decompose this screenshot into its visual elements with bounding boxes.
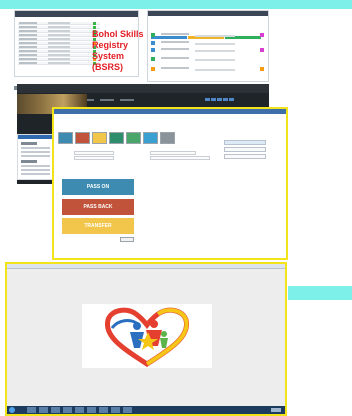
text-field[interactable]: [224, 147, 266, 152]
tab[interactable]: [126, 132, 141, 144]
taskbar: [7, 406, 285, 414]
detail-row: [151, 57, 267, 63]
headline-line: Bohol Skills: [92, 29, 144, 39]
nav-link[interactable]: [100, 99, 114, 101]
list-item[interactable]: [18, 22, 100, 25]
side-panel: [17, 134, 54, 180]
top-cyan-band: [0, 0, 352, 9]
toolbar-icon[interactable]: [229, 98, 234, 101]
form-row: [58, 156, 132, 161]
form-row: [130, 156, 220, 161]
taskbar-item[interactable]: [75, 407, 84, 413]
text-field[interactable]: [150, 156, 210, 160]
list-item[interactable]: [18, 54, 100, 57]
list-item[interactable]: [18, 26, 100, 29]
taskbar-item[interactable]: [51, 407, 60, 413]
toolbar-icon[interactable]: [205, 98, 210, 101]
detail-row: [151, 48, 267, 54]
window-heading: [148, 16, 268, 18]
tab[interactable]: [143, 132, 158, 144]
tab[interactable]: [109, 132, 124, 144]
toolbar-icon[interactable]: [211, 98, 216, 101]
menu-bar: [7, 269, 285, 272]
detail-row: [151, 41, 267, 47]
list-item[interactable]: [18, 58, 100, 61]
transfer-button[interactable]: TRANSFER: [62, 218, 134, 234]
tab[interactable]: [160, 132, 175, 144]
detail-row: [151, 33, 267, 39]
panel-header: [18, 135, 53, 139]
pass-on-button[interactable]: PASS ON: [62, 179, 134, 195]
taskbar-item[interactable]: [63, 407, 72, 413]
pagination: [14, 77, 74, 90]
transaction-window: PASS ON PASS BACK TRANSFER: [52, 107, 288, 260]
list-item[interactable]: [18, 50, 100, 53]
taskbar-item[interactable]: [39, 407, 48, 413]
text-field[interactable]: [224, 154, 266, 159]
tab[interactable]: [58, 132, 73, 144]
pass-back-button[interactable]: PASS BACK: [62, 199, 134, 215]
start-button[interactable]: [9, 407, 15, 413]
text-field[interactable]: [224, 140, 266, 145]
logo-card: [82, 304, 212, 368]
heart-people-logo-icon: [104, 307, 190, 367]
list-item[interactable]: [18, 38, 100, 41]
window-heading: [15, 17, 138, 19]
list-item[interactable]: [18, 62, 100, 65]
headline-line: Registry: [92, 40, 129, 50]
submit-button[interactable]: [120, 237, 134, 242]
application-window: [5, 262, 287, 416]
detail-row: [151, 67, 267, 73]
taskbar-item[interactable]: [87, 407, 96, 413]
system-headline: Bohol Skills Registry System (BSRS): [92, 29, 152, 73]
taskbar-item[interactable]: [111, 407, 120, 413]
taskbar-item[interactable]: [123, 407, 132, 413]
tab[interactable]: [92, 132, 107, 144]
text-field[interactable]: [150, 151, 196, 155]
text-field[interactable]: [74, 156, 114, 160]
list-item[interactable]: [18, 34, 100, 37]
tab[interactable]: [75, 132, 90, 144]
window-titlebar: [54, 109, 286, 114]
list-item[interactable]: [18, 30, 100, 33]
browser-icons: [205, 88, 265, 101]
registry-list: [18, 22, 100, 66]
nav-link[interactable]: [120, 99, 134, 101]
headline-line: System (BSRS): [92, 51, 125, 72]
taskbar-item[interactable]: [99, 407, 108, 413]
toolbar-icon[interactable]: [223, 98, 228, 101]
list-item[interactable]: [18, 46, 100, 49]
registry-detail-window: [147, 10, 269, 82]
toolbar-icon[interactable]: [217, 98, 222, 101]
system-clock: [271, 408, 281, 412]
progress-strip: [151, 26, 265, 39]
taskbar-item[interactable]: [27, 407, 36, 413]
cyan-accent-band: [288, 286, 352, 300]
text-field[interactable]: [74, 151, 114, 155]
list-item[interactable]: [18, 42, 100, 45]
